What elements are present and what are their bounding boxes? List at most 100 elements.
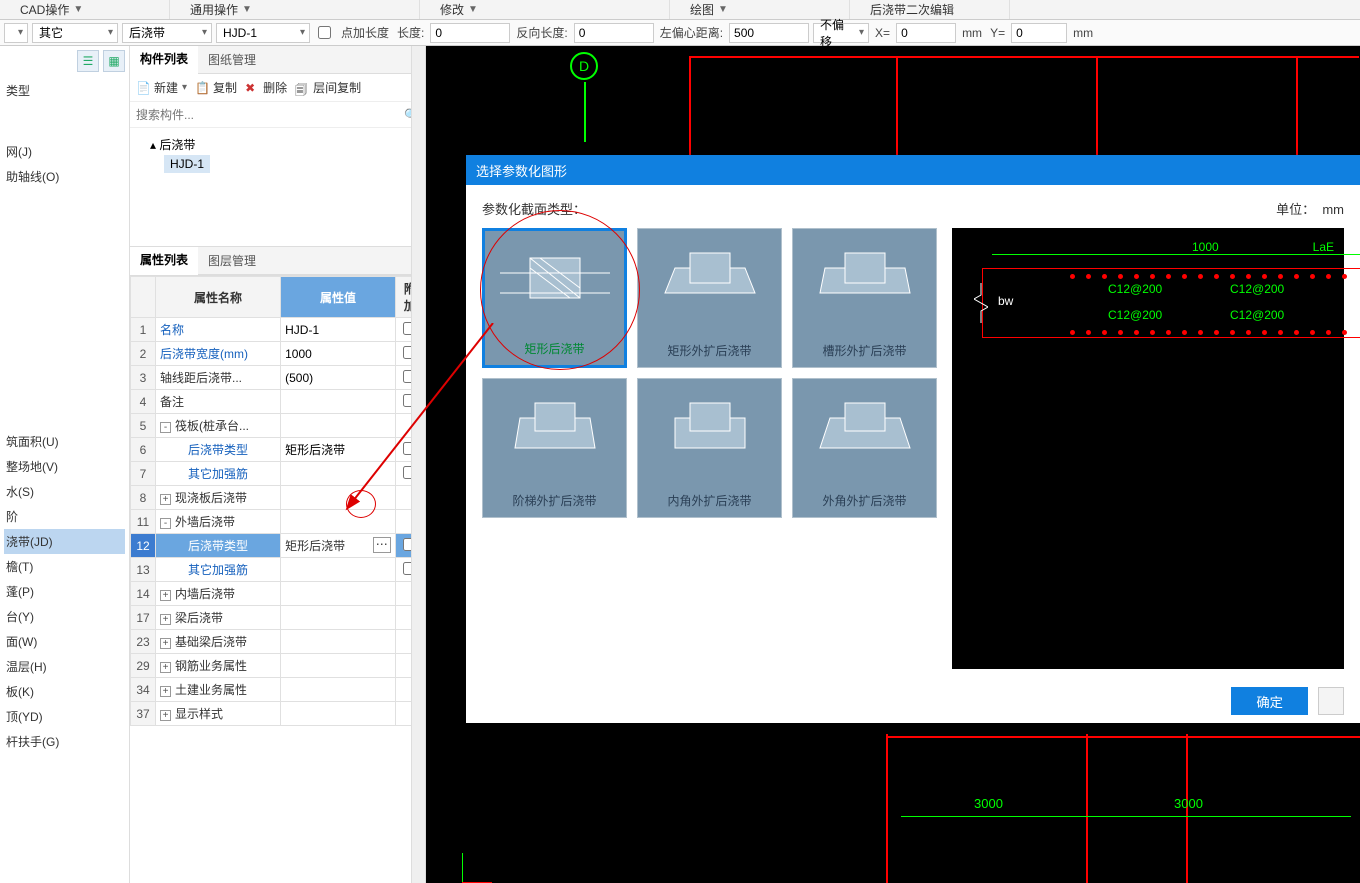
more-button[interactable]: ⋯ xyxy=(373,537,391,553)
shape-rect[interactable]: 矩形后浇带 xyxy=(482,228,627,368)
prop-row[interactable]: 12后浇带类型矩形后浇带⋯ xyxy=(131,534,425,558)
rebar-c1: C12@200 xyxy=(1108,282,1162,296)
inp-revlen[interactable] xyxy=(574,23,654,43)
expander-icon[interactable]: + xyxy=(160,590,171,601)
left-item[interactable]: 筑面积(U) xyxy=(4,429,125,454)
shape-corner-out[interactable]: 外角外扩后浇带 xyxy=(792,378,937,518)
rebar-c3: C12@200 xyxy=(1108,308,1162,322)
inp-offset[interactable] xyxy=(729,23,809,43)
inp-x[interactable] xyxy=(896,23,956,43)
left-item[interactable]: 阶 xyxy=(4,504,125,529)
shape-rect-ext[interactable]: 矩形外扩后浇带 xyxy=(637,228,782,368)
prop-row[interactable]: 3轴线距后浇带...(500) xyxy=(131,366,425,390)
prop-row[interactable]: 1名称HJD-1 xyxy=(131,318,425,342)
gridline xyxy=(886,736,1360,738)
shape-corner-in[interactable]: 内角外扩后浇带 xyxy=(637,378,782,518)
search-input[interactable] xyxy=(136,108,404,122)
left-item[interactable]: 面(W) xyxy=(4,629,125,654)
left-item[interactable]: 水(S) xyxy=(4,479,125,504)
scrollbar[interactable] xyxy=(411,46,425,883)
expander-icon[interactable]: + xyxy=(160,494,171,505)
tab-drawing-mgmt[interactable]: 图纸管理 xyxy=(198,46,266,74)
sel-blank[interactable] xyxy=(4,23,28,43)
preview-dimline xyxy=(992,254,1360,255)
expander-icon[interactable]: + xyxy=(160,662,171,673)
left-item[interactable]: 网(J) xyxy=(4,139,125,164)
tab-component-list[interactable]: 构件列表 xyxy=(130,46,198,74)
gridline xyxy=(886,734,888,883)
rebar-dot xyxy=(1086,330,1091,335)
prop-row[interactable]: 8+现浇板后浇带 xyxy=(131,486,425,510)
left-item-selected[interactable]: 浇带(JD) xyxy=(4,529,125,554)
dialog-parametric-shape: 选择参数化图形 参数化截面类型： 单位： mm 矩形后浇带 矩形外扩后浇带 槽形… xyxy=(466,155,1360,723)
left-item[interactable]: 台(Y) xyxy=(4,604,125,629)
ok-button[interactable]: 确定 xyxy=(1231,687,1308,715)
view-list-icon[interactable]: ☰ xyxy=(77,50,99,72)
chk-point-extend[interactable] xyxy=(318,26,331,39)
tab-modify[interactable]: 修改▼ xyxy=(420,0,670,19)
prop-row[interactable]: 34+土建业务属性 xyxy=(131,678,425,702)
expander-icon[interactable]: + xyxy=(160,614,171,625)
sel-category[interactable]: 其它 xyxy=(32,23,118,43)
shape-slot-ext[interactable]: 槽形外扩后浇带 xyxy=(792,228,937,368)
tab-prop-list[interactable]: 属性列表 xyxy=(130,247,198,275)
rebar-dot xyxy=(1118,274,1123,279)
left-head: 类型 xyxy=(4,78,125,103)
tab-cad[interactable]: CAD操作▼ xyxy=(0,0,170,19)
tree-node[interactable]: ▴ 后浇带 xyxy=(136,134,419,155)
view-grid-icon[interactable]: ▦ xyxy=(103,50,125,72)
expander-icon[interactable]: - xyxy=(160,422,171,433)
dialog-section-label: 参数化截面类型： xyxy=(482,199,586,218)
prop-row[interactable]: 6后浇带类型矩形后浇带 xyxy=(131,438,425,462)
sel-offsetmode[interactable]: 不偏移 xyxy=(813,23,869,43)
expander-icon[interactable]: + xyxy=(160,710,171,721)
prop-row[interactable]: 5-筏板(桩承台... xyxy=(131,414,425,438)
sel-type[interactable]: 后浇带 xyxy=(122,23,212,43)
prop-row[interactable]: 13其它加强筋 xyxy=(131,558,425,582)
shape-icon xyxy=(500,398,610,468)
new-button[interactable]: 📄新建▾ xyxy=(136,79,187,96)
tree-leaf[interactable]: HJD-1 xyxy=(164,155,210,173)
rebar-dot xyxy=(1182,330,1187,335)
lbl-y: Y= xyxy=(990,26,1005,40)
rebar-dot xyxy=(1230,274,1235,279)
floorcopy-button[interactable]: 🗐层间复制 xyxy=(295,79,361,96)
prop-row[interactable]: 11-外墙后浇带 xyxy=(131,510,425,534)
sel-member[interactable]: HJD-1 xyxy=(216,23,310,43)
secondary-button[interactable] xyxy=(1318,687,1344,715)
shape-step-ext[interactable]: 阶梯外扩后浇带 xyxy=(482,378,627,518)
left-item[interactable]: 顶(YD) xyxy=(4,704,125,729)
copy-button[interactable]: 📋复制 xyxy=(195,79,237,96)
expander-icon[interactable]: + xyxy=(160,638,171,649)
expander-icon[interactable]: + xyxy=(160,686,171,697)
dim-3000-1: 3000 xyxy=(974,796,1003,811)
left-item[interactable]: 助轴线(O) xyxy=(4,164,125,189)
tab-general[interactable]: 通用操作▼ xyxy=(170,0,420,19)
left-item[interactable]: 蓬(P) xyxy=(4,579,125,604)
lbl-x-unit: mm xyxy=(962,26,982,40)
prop-row[interactable]: 17+梁后浇带 xyxy=(131,606,425,630)
left-item[interactable]: 檐(T) xyxy=(4,554,125,579)
prop-row[interactable]: 14+内墙后浇带 xyxy=(131,582,425,606)
prop-row[interactable]: 7其它加强筋 xyxy=(131,462,425,486)
left-item[interactable]: 板(K) xyxy=(4,679,125,704)
prop-row[interactable]: 29+钢筋业务属性 xyxy=(131,654,425,678)
tab-postcast-edit[interactable]: 后浇带二次编辑 xyxy=(850,0,1010,19)
left-item[interactable]: 温层(H) xyxy=(4,654,125,679)
left-item[interactable]: 杆扶手(G) xyxy=(4,729,125,754)
expander-icon[interactable]: - xyxy=(160,518,171,529)
prop-row[interactable]: 37+显示样式 xyxy=(131,702,425,726)
rebar-dot xyxy=(1326,330,1331,335)
delete-button[interactable]: ✖删除 xyxy=(245,79,287,96)
rebar-dot xyxy=(1086,274,1091,279)
left-item[interactable]: 整场地(V) xyxy=(4,454,125,479)
inp-length[interactable] xyxy=(430,23,510,43)
new-file-icon: 📄 xyxy=(136,81,150,95)
tab-layer-mgmt[interactable]: 图层管理 xyxy=(198,247,266,275)
prop-row[interactable]: 23+基础梁后浇带 xyxy=(131,630,425,654)
inp-y[interactable] xyxy=(1011,23,1067,43)
shape-icon xyxy=(655,248,765,318)
prop-row[interactable]: 4备注 xyxy=(131,390,425,414)
prop-row[interactable]: 2后浇带宽度(mm)1000 xyxy=(131,342,425,366)
preview-lae: LaE xyxy=(1313,240,1334,254)
